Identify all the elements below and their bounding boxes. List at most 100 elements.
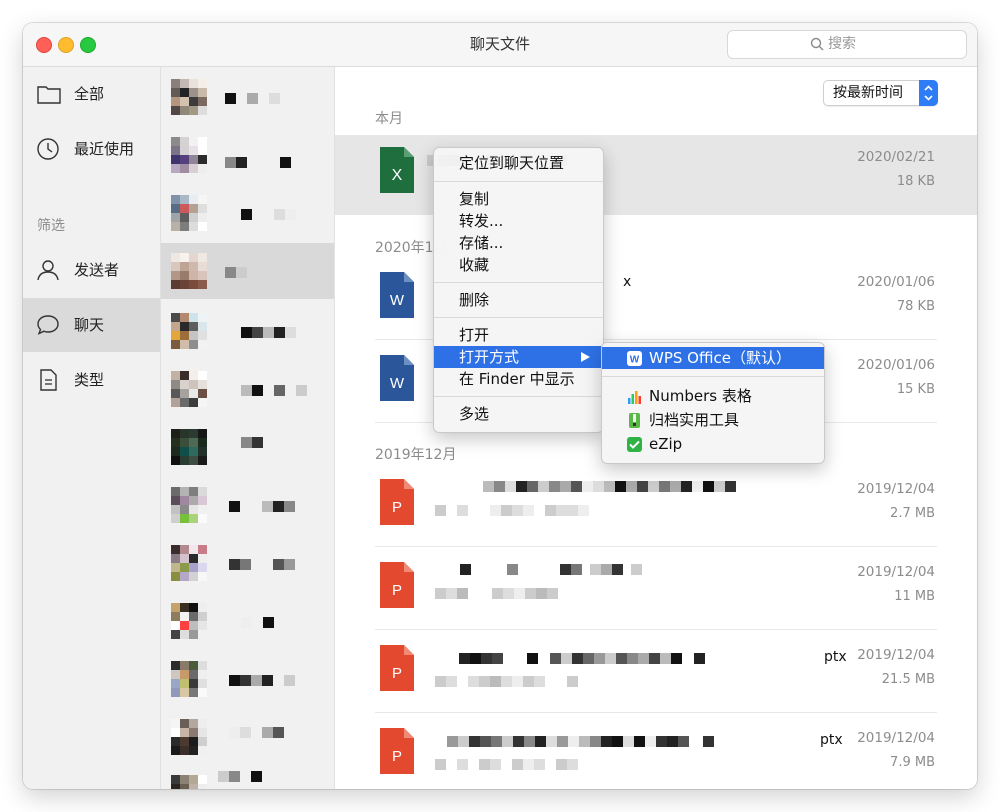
menu-item-label: 定位到聊天位置 [459, 154, 565, 172]
chat-name [241, 209, 296, 220]
svg-text:W: W [390, 375, 405, 392]
menu-item-label: 打开 [459, 326, 490, 344]
menu-item-locate-in-chat[interactable]: 定位到聊天位置 [434, 152, 603, 174]
file-name-redacted [435, 759, 578, 770]
search-placeholder: 搜索 [828, 36, 856, 52]
sort-select-label: 按最新时间 [833, 85, 903, 101]
powerpoint-file-icon: P [380, 645, 414, 691]
chat-list-item[interactable] [161, 593, 334, 649]
avatar [171, 661, 207, 697]
menu-item-favorite[interactable]: 收藏 [434, 254, 603, 276]
sidebar-item-recent[interactable]: 最近使用 [23, 122, 160, 176]
chat-name [225, 93, 280, 104]
submenu-item-ezip[interactable]: eZip [602, 433, 824, 455]
menu-item-label: 多选 [459, 405, 490, 423]
menu-separator [434, 317, 603, 318]
svg-text:P: P [392, 748, 402, 765]
menu-item-copy[interactable]: 复制 [434, 188, 603, 210]
file-name-redacted [483, 481, 736, 492]
sidebar-item-all[interactable]: 全部 [23, 67, 160, 121]
chat-name [229, 675, 295, 686]
title-bar: 聊天文件 搜索 [23, 23, 977, 67]
avatar [171, 371, 207, 407]
submenu-item-archive-utility[interactable]: 归档实用工具 [602, 409, 824, 431]
wps-office-icon: W [627, 351, 642, 366]
sort-select[interactable]: 按最新时间 [823, 80, 938, 106]
menu-item-open[interactable]: 打开 [434, 324, 603, 346]
chat-name [218, 771, 262, 782]
file-name-redacted [435, 588, 558, 599]
chat-list-item[interactable] [161, 535, 334, 591]
menu-separator [434, 181, 603, 182]
menu-item-save[interactable]: 存储... [434, 232, 603, 254]
menu-item-label: 收藏 [459, 256, 490, 274]
menu-item-open-with[interactable]: 打开方式 [434, 346, 603, 368]
chat-list-item[interactable] [161, 765, 334, 789]
sidebar-item-type[interactable]: 类型 [23, 353, 160, 407]
submenu-item-label: WPS Office（默认） [649, 349, 791, 367]
file-name-suffix: x [623, 274, 632, 290]
chat-list-item[interactable] [161, 419, 334, 475]
menu-item-show-in-finder[interactable]: 在 Finder 中显示 [434, 368, 603, 390]
menu-item-forward[interactable]: 转发... [434, 210, 603, 232]
sidebar-item-label: 最近使用 [74, 140, 135, 158]
chat-list-item[interactable] [161, 185, 334, 241]
menu-separator [602, 376, 824, 377]
search-icon [810, 37, 824, 51]
menu-item-label: 打开方式 [459, 348, 520, 366]
chat-list-item[interactable] [161, 709, 334, 765]
menu-item-label: 在 Finder 中显示 [459, 370, 575, 388]
file-row[interactable]: X 2020/02/21 18 KB [335, 135, 977, 215]
svg-text:P: P [392, 582, 402, 599]
chat-list-item[interactable] [161, 69, 334, 125]
file-size: 7.9 MB [890, 755, 935, 770]
search-input[interactable]: 搜索 [727, 30, 967, 59]
file-size: 15 KB [896, 382, 935, 397]
file-row[interactable]: W x 2020/01/06 78 KB [335, 260, 977, 340]
file-name-redacted [460, 564, 642, 575]
person-icon [37, 260, 59, 281]
submenu-arrow-icon [581, 352, 590, 362]
chat-list-item[interactable] [161, 243, 334, 299]
avatar [171, 253, 207, 289]
filter-heading: 筛选 [37, 218, 65, 234]
chevron-updown-icon [924, 85, 933, 101]
menu-item-multi-select[interactable]: 多选 [434, 403, 603, 425]
file-name-redacted [459, 653, 705, 664]
file-row[interactable]: P 2019/12/04 11 MB [335, 550, 977, 630]
chat-list-item[interactable] [161, 303, 334, 359]
file-name-suffix: ptx [820, 732, 843, 748]
file-size: 11 MB [894, 589, 935, 604]
chat-list-item[interactable] [161, 361, 334, 417]
submenu-item-label: eZip [649, 435, 683, 453]
file-row[interactable]: P ptx 2019/12/04 21.5 MB [335, 633, 977, 713]
numbers-app-icon [628, 391, 641, 404]
sidebar-item-sender[interactable]: 发送者 [23, 243, 160, 297]
menu-separator [434, 396, 603, 397]
word-file-icon: W [380, 272, 414, 318]
chat-name [241, 617, 274, 628]
folder-icon [37, 86, 61, 104]
file-name-redacted [435, 676, 578, 687]
file-size: 18 KB [896, 174, 935, 189]
chat-list-item[interactable] [161, 127, 334, 183]
sort-stepper[interactable] [919, 80, 938, 106]
powerpoint-file-icon: P [380, 479, 414, 525]
chat-list-item[interactable] [161, 477, 334, 533]
file-size: 78 KB [896, 299, 935, 314]
menu-separator [434, 282, 603, 283]
excel-file-icon: X [380, 147, 414, 193]
chat-list-item[interactable] [161, 651, 334, 707]
file-row[interactable]: P ptx 2019/12/04 7.9 MB [335, 716, 977, 789]
submenu-item-numbers[interactable]: Numbers 表格 [602, 385, 824, 407]
file-row[interactable]: P 2019/12/04 2.7 MB [335, 467, 977, 547]
svg-text:W: W [390, 292, 405, 309]
ezip-icon [627, 437, 642, 452]
file-size: 2.7 MB [890, 506, 935, 521]
submenu-item-wps-office[interactable]: W WPS Office（默认） [602, 347, 824, 369]
file-date: 2019/12/04 [857, 730, 935, 746]
menu-item-delete[interactable]: 删除 [434, 289, 603, 311]
svg-text:P: P [392, 665, 402, 682]
sidebar-item-chat[interactable]: 聊天 [23, 298, 160, 352]
sidebar: 全部 最近使用 筛选 发送者 聊天 类型 [23, 67, 161, 789]
